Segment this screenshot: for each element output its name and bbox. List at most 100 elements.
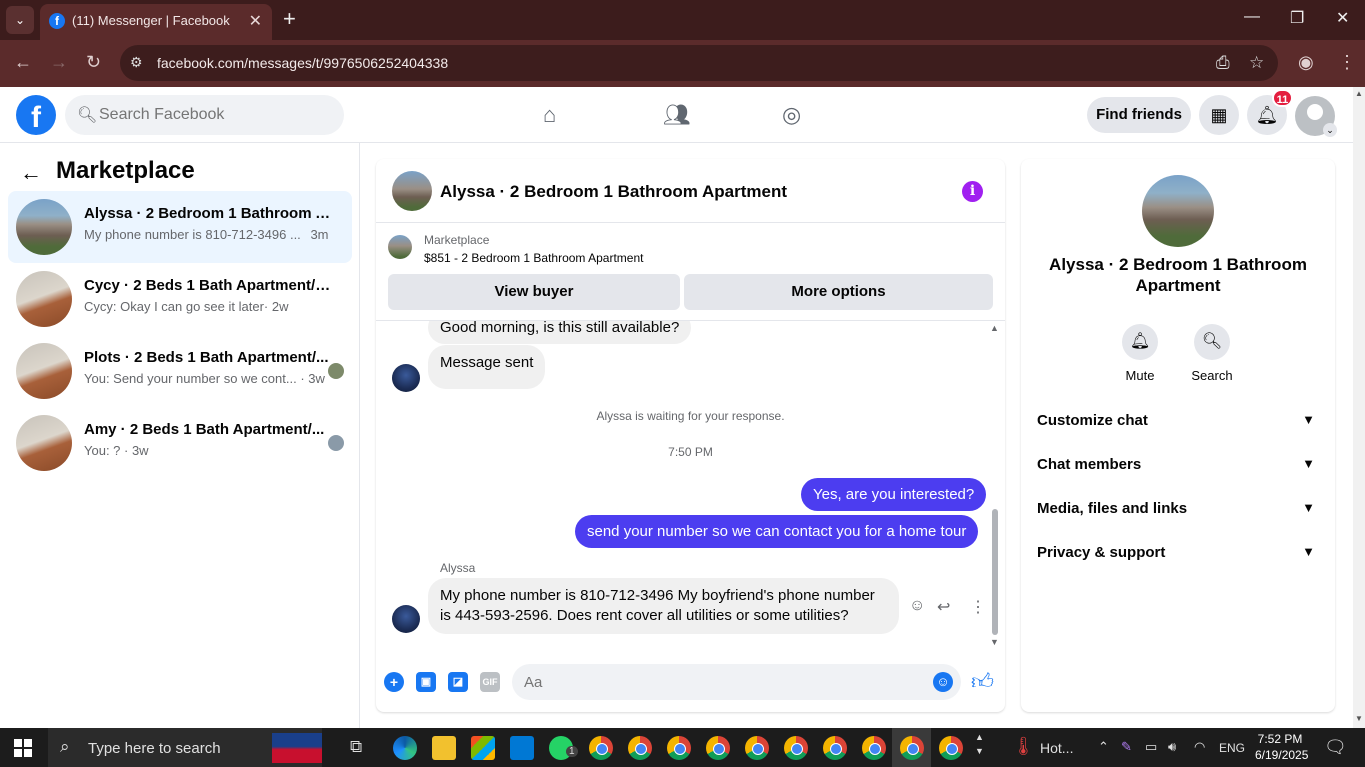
row-label: Media, files and links bbox=[1037, 500, 1188, 517]
conversation-item[interactable]: Amy · 2 Beds 1 Bath Apartment/... You: ?… bbox=[8, 407, 352, 479]
find-friends-button[interactable]: Find friends bbox=[1087, 97, 1191, 133]
chevron-down-icon[interactable]: ⌄ bbox=[1323, 123, 1337, 137]
file-explorer-icon[interactable] bbox=[432, 736, 456, 760]
conversation-item[interactable]: Cycy · 2 Beds 1 Bath Apartment/co... Cyc… bbox=[8, 263, 352, 335]
taskbar-clock[interactable]: 7:52 PM 6/19/2025 bbox=[1255, 731, 1308, 763]
thread-scrollbar[interactable]: ▲ ▼ bbox=[990, 323, 1000, 649]
friends-icon[interactable]: 👥︎ bbox=[663, 102, 691, 128]
browser-tab[interactable]: f (11) Messenger | Facebook ✕ bbox=[40, 4, 272, 40]
emoji-icon[interactable]: ☺ bbox=[933, 672, 953, 692]
weather-thermometer-icon[interactable]: 🌡︎ bbox=[1012, 736, 1035, 757]
marketplace-label: Marketplace bbox=[424, 233, 490, 247]
facebook-favicon-icon: f bbox=[49, 13, 65, 29]
privacy-support-row[interactable]: Privacy & support ▼ bbox=[1037, 544, 1319, 568]
chrome-icon[interactable] bbox=[667, 736, 691, 760]
install-app-icon[interactable]: ⎙ bbox=[1216, 53, 1230, 73]
scroll-down-icon[interactable]: ▼ bbox=[1355, 714, 1363, 723]
scroll-up-icon[interactable]: ▲ bbox=[1355, 89, 1363, 98]
new-tab-icon[interactable]: + bbox=[283, 6, 296, 32]
groups-icon[interactable]: ◎ bbox=[782, 102, 801, 128]
gif-icon[interactable]: GIF bbox=[480, 672, 500, 692]
chrome-icon[interactable] bbox=[862, 736, 886, 760]
view-buyer-button[interactable]: View buyer bbox=[388, 274, 680, 310]
clock-time: 7:52 PM bbox=[1257, 732, 1303, 746]
conversation-item[interactable]: Alyssa · 2 Bedroom 1 Bathroom Ap... My p… bbox=[8, 191, 352, 263]
facebook-logo-icon[interactable]: f bbox=[16, 95, 56, 135]
minimize-icon[interactable]: — bbox=[1244, 8, 1260, 26]
weather-text[interactable]: Hot... bbox=[1040, 740, 1073, 756]
page-scrollbar[interactable]: ▲ ▼ bbox=[1353, 87, 1365, 728]
message-input[interactable] bbox=[524, 664, 904, 700]
facebook-search[interactable]: 🔍︎ bbox=[65, 95, 344, 135]
chat-header: Alyssa · 2 Bedroom 1 Bathroom Apartment … bbox=[376, 159, 1005, 223]
edge-icon[interactable] bbox=[393, 736, 417, 760]
back-arrow-icon[interactable]: ← bbox=[20, 160, 42, 186]
scroll-down-icon[interactable]: ▼ bbox=[990, 637, 999, 647]
chat-members-row[interactable]: Chat members ▼ bbox=[1037, 456, 1319, 480]
home-icon[interactable]: ⌂ bbox=[543, 102, 556, 128]
task-view-icon[interactable]: ⧉ bbox=[350, 737, 362, 757]
sticker-icon[interactable]: ◪ bbox=[448, 672, 468, 692]
reply-icon[interactable]: ↩ bbox=[937, 597, 950, 617]
chrome-icon[interactable] bbox=[706, 736, 730, 760]
outgoing-message: Yes, are you interested? bbox=[801, 478, 987, 511]
avatar bbox=[16, 271, 72, 327]
chrome-icon[interactable] bbox=[900, 736, 924, 760]
scrollbar-thumb[interactable] bbox=[992, 509, 998, 635]
wifi-icon[interactable]: ◠ bbox=[1194, 739, 1205, 755]
mute-button[interactable]: 🔔︎ Mute bbox=[1110, 324, 1170, 383]
thumbs-up-icon[interactable]: 👍︎ bbox=[971, 668, 994, 695]
chrome-icon[interactable] bbox=[939, 736, 963, 760]
chrome-icon[interactable] bbox=[589, 736, 613, 760]
battery-icon[interactable]: ▭ bbox=[1145, 739, 1157, 755]
menu-grid-icon[interactable]: ▦ bbox=[1199, 95, 1239, 135]
language-indicator[interactable]: ENG bbox=[1219, 741, 1245, 755]
chrome-icon[interactable] bbox=[823, 736, 847, 760]
store-icon[interactable] bbox=[471, 736, 495, 760]
forward-arrow-icon[interactable]: → bbox=[50, 52, 68, 73]
show-hidden-icons-icon[interactable]: ⌃ bbox=[1098, 739, 1109, 755]
customize-chat-row[interactable]: Customize chat ▼ bbox=[1037, 412, 1319, 436]
omnibox[interactable]: ⚙ facebook.com/messages/t/99765062524043… bbox=[120, 45, 1278, 81]
account-avatar[interactable]: ⌄ bbox=[1295, 96, 1337, 137]
react-emoji-icon[interactable]: ☺ bbox=[909, 597, 925, 615]
bookmark-star-icon[interactable]: ☆ bbox=[1249, 53, 1264, 73]
search-chat-button[interactable]: 🔍︎ Search bbox=[1182, 324, 1242, 383]
browser-menu-icon[interactable]: ⋮ bbox=[1338, 52, 1356, 73]
add-plus-icon[interactable]: + bbox=[384, 672, 404, 692]
pen-icon[interactable]: ✎ bbox=[1121, 739, 1132, 755]
site-info-icon[interactable]: ⚙ bbox=[130, 54, 143, 71]
chrome-icon[interactable] bbox=[745, 736, 769, 760]
more-options-button[interactable]: More options bbox=[684, 274, 993, 310]
avatar[interactable] bbox=[392, 171, 432, 211]
message-input-box[interactable]: ☺ bbox=[512, 664, 961, 700]
conversation-item[interactable]: Plots · 2 Beds 1 Bath Apartment/... You:… bbox=[8, 335, 352, 407]
notification-center-icon[interactable]: 🗨︎ bbox=[1324, 737, 1347, 758]
back-arrow-icon[interactable]: ← bbox=[14, 52, 32, 73]
message-composer: + ▣ ◪ GIF ☺ 👍︎ bbox=[376, 659, 1005, 707]
volume-icon[interactable]: 🔊︎ bbox=[1168, 739, 1176, 755]
chat-title[interactable]: Alyssa · 2 Bedroom 1 Bathroom Apartment bbox=[440, 182, 787, 202]
photo-icon[interactable]: ▣ bbox=[416, 672, 436, 692]
incoming-message: Good morning, is this still available? bbox=[428, 321, 692, 344]
maximize-icon[interactable]: ❐ bbox=[1290, 8, 1304, 28]
more-actions-icon[interactable]: ⋮ bbox=[970, 597, 986, 617]
facebook-search-input[interactable] bbox=[99, 95, 329, 135]
tab-close-icon[interactable]: ✕ bbox=[249, 11, 262, 31]
media-files-links-row[interactable]: Media, files and links ▼ bbox=[1037, 500, 1319, 524]
vscode-icon[interactable] bbox=[510, 736, 534, 760]
chrome-icon[interactable] bbox=[628, 736, 652, 760]
chrome-icon[interactable] bbox=[784, 736, 808, 760]
listing-title[interactable]: $851 - 2 Bedroom 1 Bathroom Apartment bbox=[424, 251, 643, 265]
taskbar-search[interactable]: ⌕ Type here to search bbox=[48, 728, 322, 767]
tab-search-dropdown[interactable]: ⌄ bbox=[6, 6, 34, 34]
taskbar-scroll-icon[interactable]: ▲ ▼ bbox=[975, 730, 984, 758]
windows-start-icon[interactable] bbox=[14, 739, 32, 757]
window-close-icon[interactable]: ✕ bbox=[1336, 8, 1349, 28]
reload-icon[interactable]: ↻ bbox=[86, 52, 101, 73]
search-label: Search bbox=[1191, 368, 1233, 383]
profile-icon[interactable]: ◉ bbox=[1298, 52, 1314, 73]
scroll-up-icon[interactable]: ▲ bbox=[990, 323, 999, 333]
url-text[interactable]: facebook.com/messages/t/9976506252404338 bbox=[157, 55, 448, 71]
info-icon[interactable]: i bbox=[962, 181, 983, 202]
